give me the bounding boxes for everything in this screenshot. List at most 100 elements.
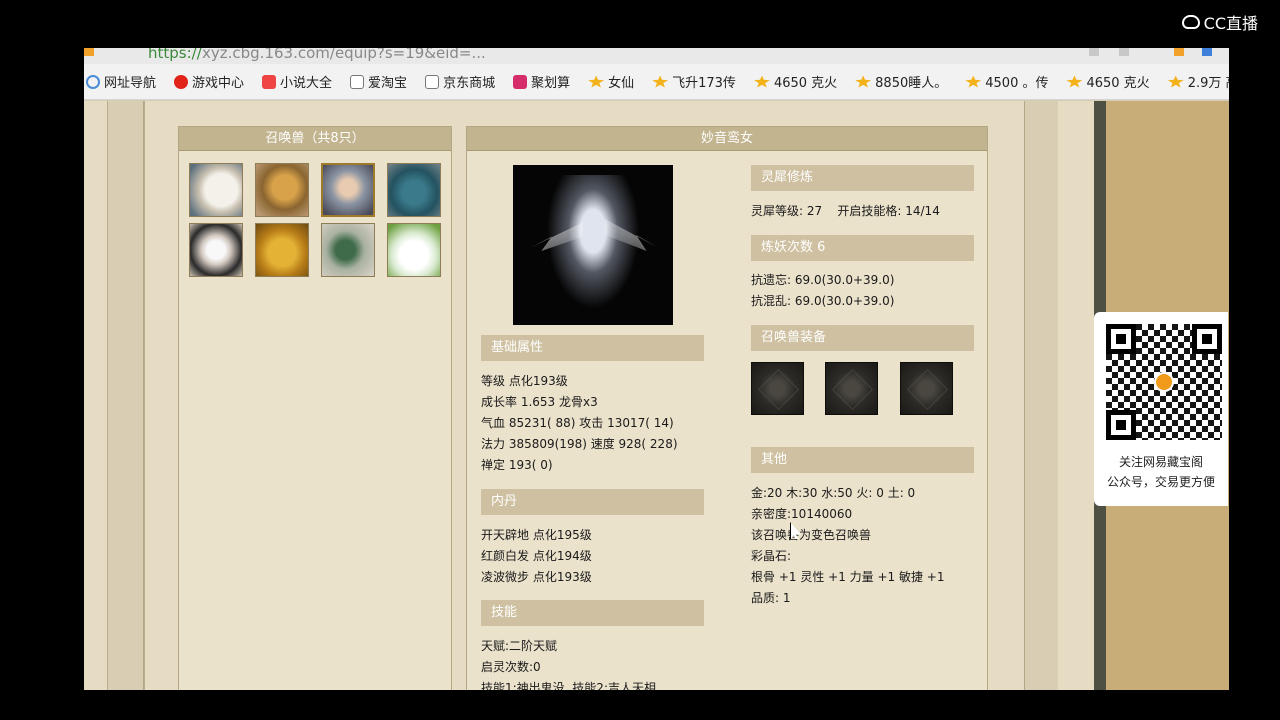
- pet-avatar-white-rabbit[interactable]: [387, 223, 441, 277]
- other-list: 金:20 木:30 水:50 火: 0 土: 0 亲密度:10140060 该召…: [751, 483, 944, 609]
- qr-logo-icon: [1154, 372, 1174, 392]
- basic-attr-line: 成长率 1.653 龙骨x3: [481, 395, 598, 409]
- skills-list: 天赋:二阶天赋 启灵次数:0 技能1:神出鬼没, 技能2:吉人天相: [481, 636, 656, 690]
- skill-line: 启灵次数:0: [481, 660, 541, 674]
- bookmark-item[interactable]: 女仙: [588, 72, 634, 91]
- home-icon[interactable]: [84, 48, 94, 56]
- lianyao-header: 炼妖次数 6: [751, 235, 974, 261]
- pet-detail-panel: 妙音鸾女 基础属性 等级 点化193级 成长率 1.653 龙骨x3 气血 85…: [466, 126, 988, 690]
- pet-avatar-snake[interactable]: [321, 223, 375, 277]
- pet-avatar-gold-dragon[interactable]: [255, 163, 309, 217]
- pet-equipment-header: 召唤兽装备: [751, 325, 974, 351]
- bookmark-label: 2.9万 高法: [1187, 76, 1229, 91]
- skill-line: 天赋:二阶天赋: [481, 639, 558, 653]
- equipment-slot-2[interactable]: [825, 362, 878, 415]
- neidan-line: 红颜白发 点化194级: [481, 549, 592, 563]
- left-frame-outer: [84, 101, 108, 690]
- pet-avatar-fairy-girl[interactable]: [321, 163, 375, 217]
- bookmark-item[interactable]: 京东商城: [425, 72, 495, 91]
- bookmark-label: 飞升173传: [672, 76, 736, 91]
- qr-promo-card[interactable]: 关注网易藏宝阁 公众号，交易更方便: [1094, 312, 1228, 506]
- menu-icon[interactable]: [1202, 48, 1212, 56]
- bookmark-item[interactable]: 8850睡人。: [855, 72, 947, 91]
- neidan-line: 开天辟地 点化195级: [481, 528, 592, 542]
- cc-logo-icon: [1181, 15, 1200, 29]
- address-bar[interactable]: https:// xyz.cbg.163.com/equip?s=19&eid=…: [84, 48, 1229, 64]
- basic-attr-header: 基础属性: [481, 335, 704, 361]
- bookmark-label: 8850睡人。: [875, 76, 948, 91]
- pet-avatar-sea-turtle[interactable]: [387, 163, 441, 217]
- lianyao-line: 抗遗忘: 69.0(30.0+39.0): [751, 273, 895, 287]
- neidan-line: 凌波微步 点化193级: [481, 570, 592, 584]
- other-line: 根骨 +1 灵性 +1 力量 +1 敏捷 +1: [751, 570, 945, 584]
- star-icon: [1167, 75, 1184, 88]
- bookmark-item[interactable]: 飞升173传: [652, 72, 736, 91]
- novel-icon: [262, 74, 277, 89]
- pet-avatar-polar-bear[interactable]: [189, 163, 243, 217]
- bookmark-item[interactable]: 2.9万 高法: [1167, 72, 1229, 91]
- basic-attr-line: 等级 点化193级: [481, 374, 568, 388]
- pet-list-title: 召唤兽（共8只）: [179, 127, 451, 151]
- lingxi-info: 灵犀等级: 27 开启技能格: 14/14: [751, 201, 940, 222]
- skills-header: 技能: [481, 600, 704, 626]
- other-line: 彩晶石:: [751, 549, 792, 563]
- page-icon: [425, 74, 440, 89]
- cc-live-brand: CC直播: [1181, 10, 1258, 34]
- bookmark-item[interactable]: 4650 克火: [1066, 72, 1150, 91]
- bookmark-label: 小说大全: [280, 76, 333, 91]
- qr-caption-line: 公众号，交易更方便: [1106, 475, 1215, 489]
- globe-icon: [86, 74, 100, 89]
- bookmark-item[interactable]: 4500 。传: [965, 72, 1048, 91]
- pet-grid: [179, 151, 451, 277]
- ju-icon: [513, 74, 528, 89]
- bookmark-item[interactable]: 游戏中心: [174, 72, 244, 91]
- star-icon: [965, 75, 982, 88]
- url-text[interactable]: xyz.cbg.163.com/equip?s=19&eid=...: [202, 48, 486, 62]
- bookmarks-bar: 网址导航 游戏中心 小说大全 爱淘宝 京东商城 聚划算 女仙 飞升173传 4650 克火 885…: [84, 64, 1229, 100]
- right-frame-inner: [1024, 101, 1058, 690]
- bookmark-label: 聚划算: [531, 76, 571, 91]
- star-icon: [1066, 75, 1083, 88]
- qr-finder: [1106, 410, 1136, 440]
- url-scheme: https://: [148, 48, 202, 62]
- right-frame-outer: [1058, 101, 1094, 690]
- bookmark-item[interactable]: 聚划算: [513, 72, 570, 91]
- pet-avatar-gold-toad[interactable]: [255, 223, 309, 277]
- star-icon: [855, 75, 872, 88]
- star-icon: [652, 75, 669, 88]
- pet-list-panel: 召唤兽（共8只）: [178, 126, 452, 690]
- pet-avatar-crane[interactable]: [189, 223, 243, 277]
- other-line: 该召唤兽为变色召唤兽: [751, 528, 872, 542]
- page-icon: [350, 74, 365, 89]
- star-icon: [753, 75, 770, 88]
- toolbar-icon[interactable]: [1089, 48, 1099, 56]
- bookmark-item[interactable]: 4650 克火: [753, 72, 837, 91]
- other-line: 品质: 1: [751, 591, 791, 605]
- basic-attr-line: 禅定 193( 0): [481, 458, 553, 472]
- lingxi-header: 灵犀修炼: [751, 165, 974, 191]
- lingxi-line: 灵犀等级: 27 开启技能格: 14/14: [751, 204, 940, 218]
- other-line: 亲密度:10140060: [751, 507, 853, 521]
- other-line: 金:20 木:30 水:50 火: 0 土: 0: [751, 486, 916, 500]
- bookmark-label: 京东商城: [443, 76, 496, 91]
- bookmark-label: 4500 。传: [985, 76, 1049, 91]
- equipment-slot-3[interactable]: [900, 362, 953, 415]
- equipment-slot-1[interactable]: [751, 362, 804, 415]
- bookmark-item[interactable]: 爱淘宝: [350, 72, 407, 91]
- cc-brand-label: CC直播: [1203, 14, 1258, 33]
- captured-browser-window: https:// xyz.cbg.163.com/equip?s=19&eid=…: [84, 48, 1229, 690]
- bookmark-item[interactable]: 网址导航: [86, 72, 156, 91]
- web-page: 召唤兽（共8只） 妙音鸾女 基础属性 等级 点化193级 成长率 1.653 龙…: [84, 101, 1229, 690]
- extension-icon[interactable]: [1119, 48, 1129, 56]
- qr-caption: 关注网易藏宝阁 公众号，交易更方便: [1094, 452, 1228, 492]
- other-header: 其他: [751, 447, 974, 473]
- skill-line: 技能1:神出鬼没, 技能2:吉人天相: [481, 681, 656, 690]
- bookmark-label: 网址导航: [104, 76, 157, 91]
- bookmark-label: 4650 克火: [1086, 76, 1150, 91]
- bookmark-label: 游戏中心: [192, 76, 245, 91]
- user-icon[interactable]: [1174, 48, 1184, 56]
- bookmark-label: 爱淘宝: [368, 76, 408, 91]
- basic-attr-list: 等级 点化193级 成长率 1.653 龙骨x3 气血 85231( 88) 攻…: [481, 371, 678, 476]
- qr-caption-line: 关注网易藏宝阁: [1118, 455, 1203, 469]
- bookmark-item[interactable]: 小说大全: [262, 72, 332, 91]
